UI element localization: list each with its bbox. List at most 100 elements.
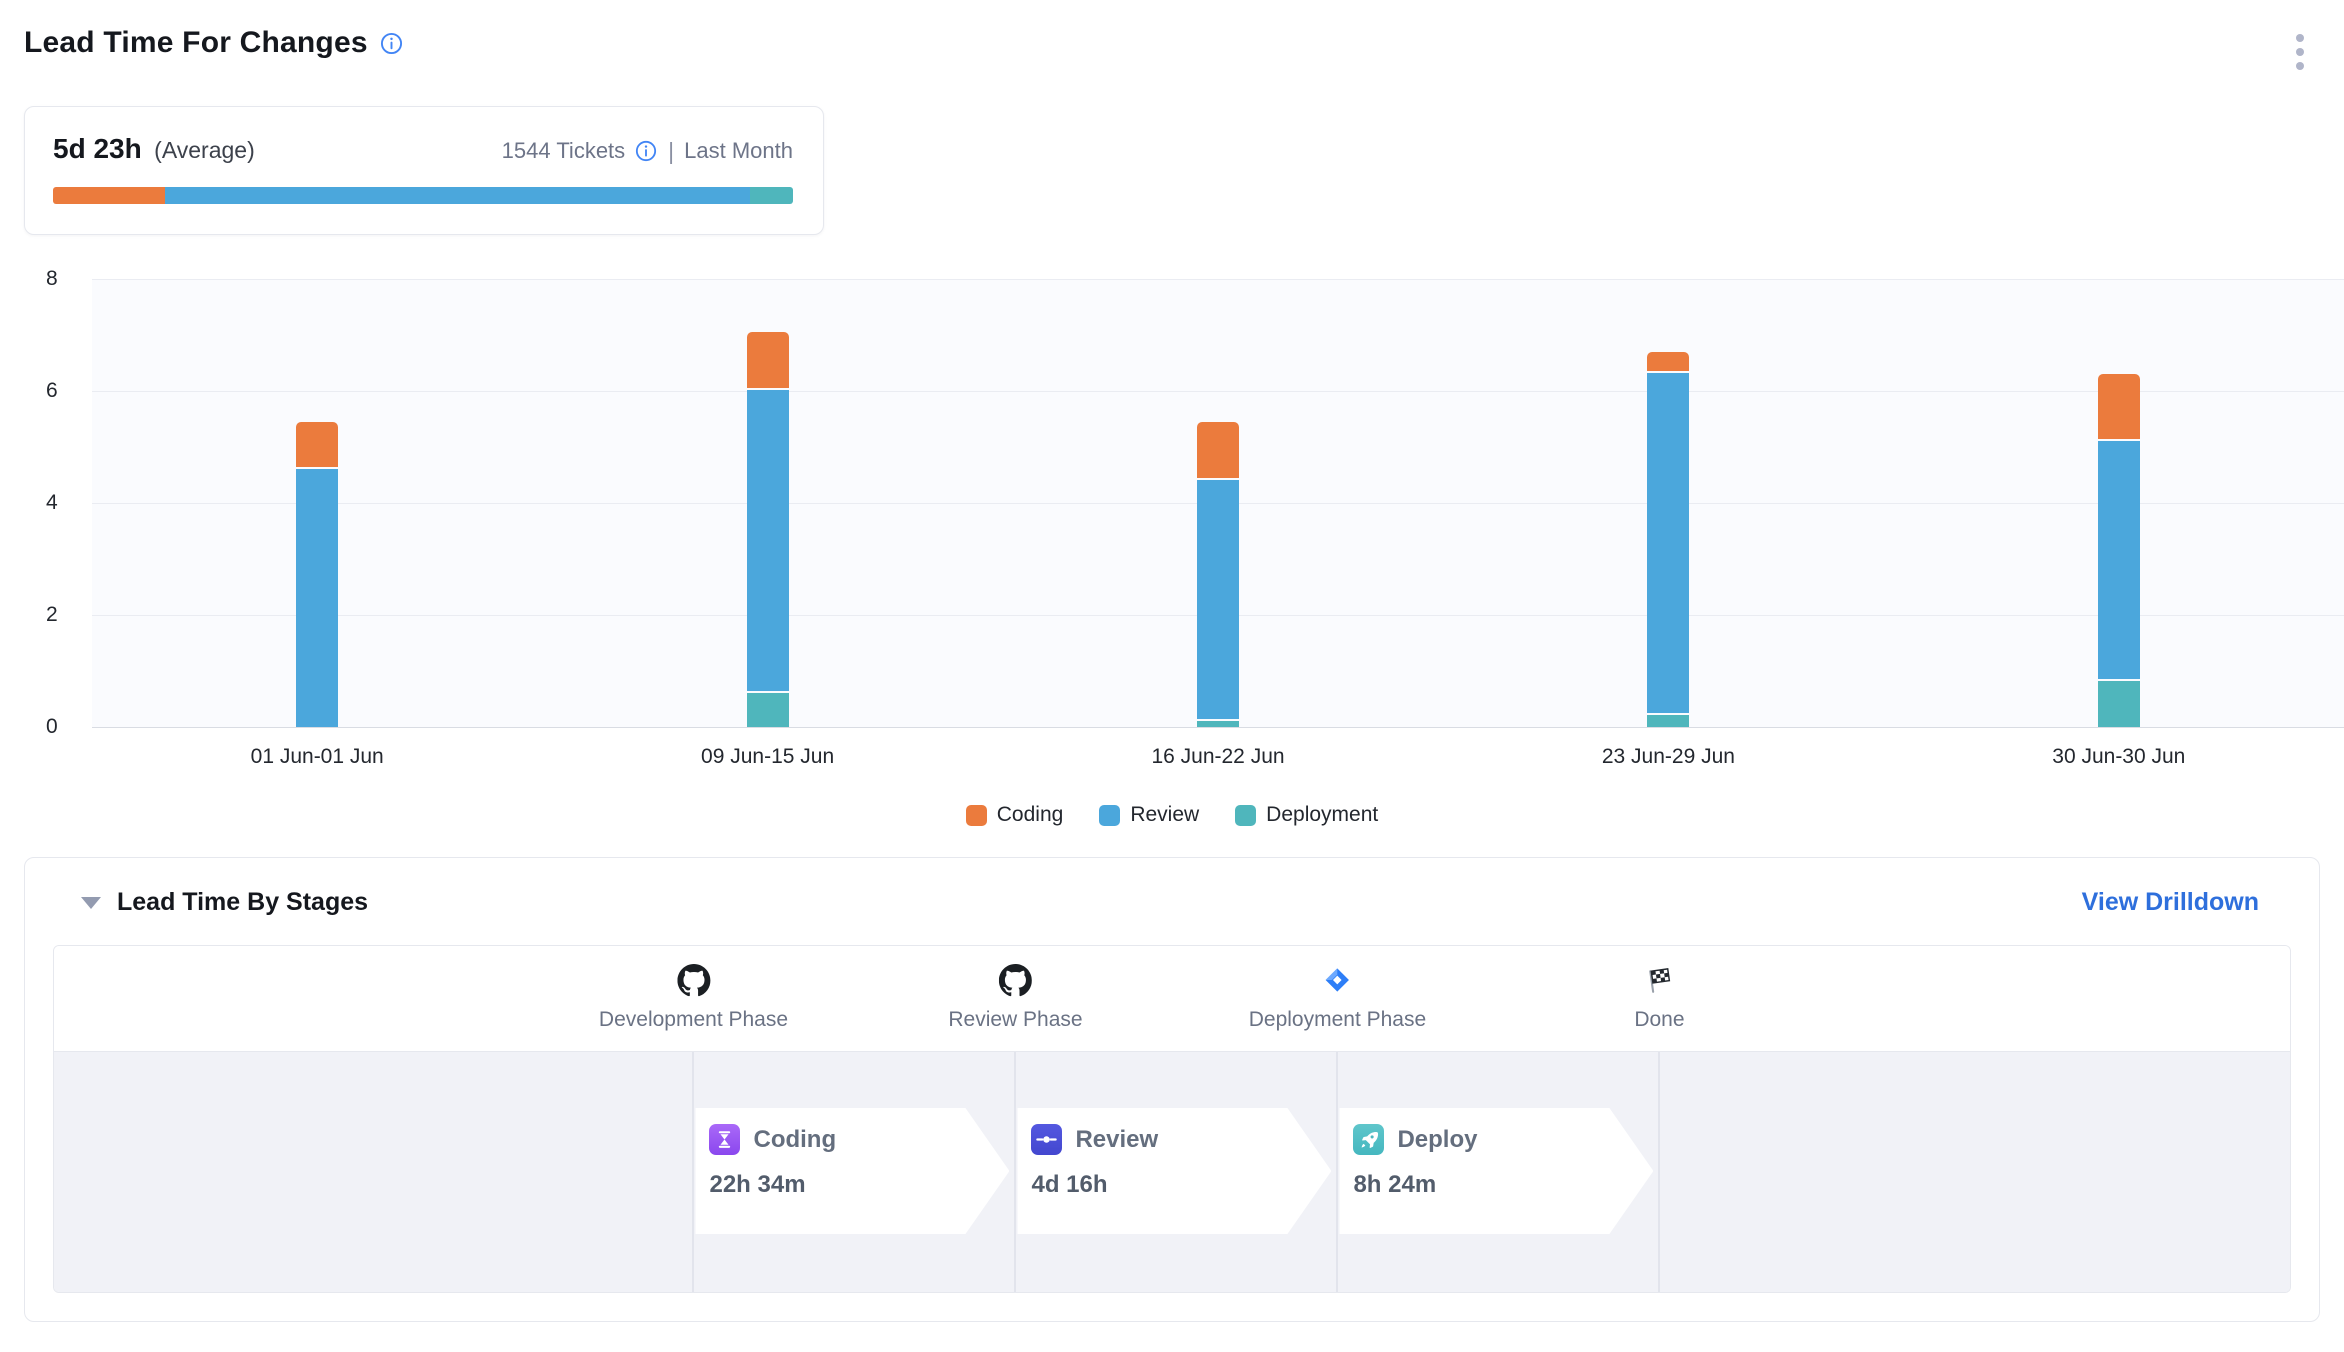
rocket-icon — [1353, 1124, 1384, 1155]
stage-label: Deploy — [1397, 1126, 1477, 1154]
phase-label: Development Phase — [599, 1008, 788, 1032]
widget-header: Lead Time For Changes — [24, 20, 2320, 84]
legend-label: Coding — [997, 803, 1064, 827]
github-icon — [599, 962, 788, 998]
stage-card-deploy[interactable]: Deploy 8h 24m — [1339, 1108, 1653, 1234]
bar-slot-3 — [993, 279, 1443, 727]
stage-label: Review — [1075, 1126, 1158, 1154]
x-axis-labels: 01 Jun-01 Jun09 Jun-15 Jun16 Jun-22 Jun2… — [92, 745, 2344, 769]
stacked-bar — [1647, 352, 1689, 727]
x-tick-label: 01 Jun-01 Jun — [92, 745, 542, 769]
bar-segment-deployment[interactable] — [1197, 721, 1239, 727]
phase-label: Done — [1634, 1008, 1684, 1032]
view-drilldown-link[interactable]: View Drilldown — [2082, 888, 2259, 917]
phase-label: Review Phase — [948, 1008, 1082, 1032]
bar-segment-deployment[interactable] — [747, 693, 789, 727]
y-tick-label: 4 — [46, 491, 82, 515]
phase-done: Done — [1634, 962, 1684, 1032]
stage-flow-table: Development Phase Review Phase Deployment … — [53, 945, 2291, 1293]
distribution-segment-review — [165, 187, 750, 204]
caret-down-icon[interactable] — [81, 897, 101, 909]
legend-label: Review — [1130, 803, 1199, 827]
bar-segment-review[interactable] — [1197, 480, 1239, 719]
stage-duration: 8h 24m — [1353, 1171, 1653, 1199]
stacked-bar — [1197, 422, 1239, 727]
phase-review-phase: Review Phase — [948, 962, 1082, 1032]
bar-segment-coding[interactable] — [1647, 352, 1689, 372]
legend-swatch — [966, 805, 987, 826]
column-divider — [1336, 1052, 1338, 1292]
stage-body-row: Coding 22h 34m Review 4d 16h Deploy 8h 24m — [54, 1052, 2290, 1292]
legend-label: Deployment — [1266, 803, 1378, 827]
bar-segment-coding[interactable] — [747, 332, 789, 388]
plot-area: 02468 — [92, 279, 2344, 727]
distribution-bar — [53, 187, 793, 204]
y-tick-label: 6 — [46, 379, 82, 403]
bars-row — [92, 279, 2344, 727]
y-tick-label: 8 — [46, 267, 82, 291]
bar-segment-coding[interactable] — [296, 422, 338, 467]
average-lead-time: 5d 23h (Average) — [53, 133, 255, 165]
stage-duration: 22h 34m — [709, 1171, 1009, 1199]
y-tick-label: 2 — [46, 603, 82, 627]
gridline-y0 — [92, 727, 2344, 728]
bar-slot-1 — [92, 279, 542, 727]
legend-swatch — [1099, 805, 1120, 826]
legend-swatch — [1235, 805, 1256, 826]
phase-header-row: Development Phase Review Phase Deployment … — [54, 946, 2290, 1052]
legend-item-deployment[interactable]: Deployment — [1235, 803, 1378, 827]
bar-segment-review[interactable] — [1647, 373, 1689, 713]
lead-time-chart: 02468 01 Jun-01 Jun09 Jun-15 Jun16 Jun-2… — [24, 279, 2320, 827]
stages-panel-title: Lead Time By Stages — [117, 888, 368, 917]
x-tick-label: 30 Jun-30 Jun — [1894, 745, 2344, 769]
hourglass-icon — [709, 1124, 740, 1155]
info-icon[interactable] — [635, 140, 658, 163]
x-tick-label: 09 Jun-15 Jun — [542, 745, 992, 769]
chart-legend: Coding Review Deployment — [24, 803, 2320, 827]
bar-segment-review[interactable] — [296, 469, 338, 727]
x-tick-label: 16 Jun-22 Jun — [993, 745, 1443, 769]
stage-duration: 4d 16h — [1031, 1171, 1331, 1199]
column-divider — [1014, 1052, 1016, 1292]
summary-card: 5d 23h (Average) 1544 Tickets | Last Mon… — [24, 106, 824, 235]
bar-segment-coding[interactable] — [2098, 374, 2140, 438]
legend-item-coding[interactable]: Coding — [966, 803, 1064, 827]
average-suffix: (Average) — [154, 137, 255, 163]
phase-deployment-phase: Deployment Phase — [1249, 962, 1426, 1032]
stage-card-coding[interactable]: Coding 22h 34m — [695, 1108, 1009, 1234]
x-tick-label: 23 Jun-29 Jun — [1443, 745, 1893, 769]
bar-slot-2 — [542, 279, 992, 727]
y-tick-label: 0 — [46, 715, 82, 739]
average-value: 5d 23h — [53, 133, 142, 164]
kebab-menu-icon[interactable] — [2280, 20, 2320, 84]
separator: | — [668, 138, 674, 165]
jira-icon — [1249, 962, 1426, 998]
lead-time-widget: Lead Time For Changes 5d 23h (Average) 1… — [0, 0, 2344, 1352]
bar-slot-5 — [1894, 279, 2344, 727]
info-icon[interactable] — [380, 32, 403, 55]
stage-label: Coding — [753, 1126, 836, 1154]
bar-segment-coding[interactable] — [1197, 422, 1239, 478]
bar-segment-deployment[interactable] — [2098, 681, 2140, 727]
lead-time-by-stages-panel: Lead Time By Stages View Drilldown Devel… — [24, 857, 2320, 1322]
github-icon — [948, 962, 1082, 998]
bar-slot-4 — [1443, 279, 1893, 727]
page-title: Lead Time For Changes — [24, 26, 368, 60]
phase-label: Deployment Phase — [1249, 1008, 1426, 1032]
period-label: Last Month — [684, 138, 793, 164]
stage-card-review[interactable]: Review 4d 16h — [1017, 1108, 1331, 1234]
checkered-flag-icon — [1634, 962, 1684, 998]
commit-icon — [1031, 1124, 1062, 1155]
distribution-segment-coding — [53, 187, 165, 204]
bar-segment-review[interactable] — [2098, 441, 2140, 680]
legend-item-review[interactable]: Review — [1099, 803, 1199, 827]
column-divider — [692, 1052, 694, 1292]
phase-development-phase: Development Phase — [599, 962, 788, 1032]
stacked-bar — [296, 422, 338, 727]
stacked-bar — [747, 332, 789, 727]
column-divider — [1658, 1052, 1660, 1292]
distribution-segment-deployment — [750, 187, 793, 204]
bar-segment-review[interactable] — [747, 390, 789, 690]
tickets-count: 1544 Tickets — [502, 138, 626, 164]
bar-segment-deployment[interactable] — [1647, 715, 1689, 727]
